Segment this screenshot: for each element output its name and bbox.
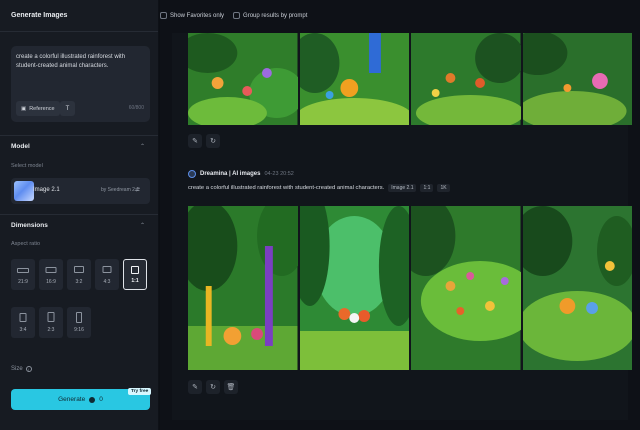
generated-image[interactable] bbox=[188, 206, 298, 370]
ratio-3-2[interactable]: 3:2 bbox=[67, 259, 91, 290]
ratio-9-16[interactable]: 9:16 bbox=[67, 307, 91, 338]
section-divider bbox=[0, 214, 158, 215]
ratio-label: 4:3 bbox=[103, 279, 111, 285]
title-divider bbox=[0, 31, 158, 32]
dimensions-section-title: Dimensions bbox=[11, 222, 48, 229]
checkbox-icon[interactable] bbox=[160, 12, 167, 19]
ratio-16-9[interactable]: 16:9 bbox=[39, 259, 63, 290]
image-strip-current bbox=[188, 206, 632, 370]
size-label: Size i bbox=[11, 366, 32, 372]
resolution-tag: 1K bbox=[437, 184, 450, 192]
ratio-2-3[interactable]: 2:3 bbox=[39, 307, 63, 338]
panel-title: Generate Images bbox=[11, 12, 68, 19]
ratio-label: 3:2 bbox=[75, 279, 83, 285]
ratio-shape bbox=[17, 268, 29, 273]
generated-image[interactable] bbox=[411, 33, 521, 125]
top-filter-bar: Show Favorites only Group results by pro… bbox=[160, 12, 307, 19]
ratio-shape bbox=[131, 266, 139, 274]
text-style-button[interactable]: T bbox=[60, 101, 75, 116]
model-thumbnail bbox=[14, 181, 34, 201]
generated-image[interactable] bbox=[299, 206, 409, 370]
delete-icon[interactable]: 🗑 bbox=[224, 380, 238, 394]
image-icon: ▣ bbox=[21, 105, 27, 112]
select-model-label: Select model bbox=[11, 163, 43, 169]
group-toggle[interactable]: Group results by prompt bbox=[233, 12, 307, 19]
ratio-21-9[interactable]: 21:9 bbox=[11, 259, 35, 290]
generated-image[interactable] bbox=[188, 33, 298, 125]
section-divider bbox=[0, 135, 158, 136]
avatar bbox=[188, 170, 196, 178]
ratio-tag: 1:1 bbox=[420, 184, 434, 192]
regenerate-icon[interactable]: ↻ bbox=[206, 380, 220, 394]
reference-label: Reference bbox=[29, 105, 55, 112]
model-section-title: Model bbox=[11, 143, 30, 150]
chevron-up-icon[interactable]: ⌃ bbox=[140, 143, 145, 150]
edit-icon[interactable]: ✎ bbox=[188, 380, 202, 394]
reference-button[interactable]: ▣ Reference bbox=[16, 101, 60, 116]
coin-icon bbox=[89, 396, 96, 403]
ratio-label: 9:16 bbox=[74, 327, 84, 333]
prompt-text[interactable]: create a colorful illustrated rainforest… bbox=[16, 53, 144, 71]
generate-label: Generate bbox=[58, 396, 86, 403]
info-icon[interactable]: i bbox=[25, 366, 32, 372]
panel-divider bbox=[159, 0, 160, 430]
settings-icon[interactable]: ⇄ bbox=[135, 186, 140, 193]
checkbox-icon[interactable] bbox=[233, 12, 241, 19]
try-free-badge: Try free bbox=[128, 388, 152, 395]
ratio-label: 2:3 bbox=[47, 327, 55, 333]
ratio-shape bbox=[74, 266, 84, 273]
generated-image[interactable] bbox=[522, 33, 632, 125]
ratio-label: 16:9 bbox=[46, 279, 56, 285]
text-icon: T bbox=[65, 105, 70, 112]
ratio-shape bbox=[102, 266, 112, 273]
group-label: Group results by prompt bbox=[243, 12, 308, 19]
generated-image[interactable] bbox=[411, 206, 521, 370]
generated-image[interactable] bbox=[299, 33, 409, 125]
model-tag: Image 2.1 bbox=[388, 184, 417, 192]
image-strip-previous bbox=[188, 33, 632, 125]
model-name: Image 2.1 bbox=[33, 187, 60, 193]
result-prompt[interactable]: create a colorful illustrated rainforest… bbox=[188, 185, 384, 191]
edit-icon[interactable]: ✎ bbox=[188, 134, 202, 148]
ratio-3-4[interactable]: 3:4 bbox=[11, 307, 35, 338]
ratio-shape bbox=[76, 312, 82, 323]
favorites-toggle[interactable]: Show Favorites only bbox=[160, 12, 224, 19]
model-selector[interactable]: Image 2.1 by Seedream 2.1 ⇄ bbox=[11, 178, 150, 204]
size-text: Size bbox=[11, 366, 23, 372]
regenerate-icon[interactable]: ↻ bbox=[206, 134, 220, 148]
result-header: Dreamina | AI images 04-23 20:52 bbox=[188, 170, 294, 178]
ratio-label: 1:1 bbox=[131, 278, 139, 284]
generated-image[interactable] bbox=[522, 206, 632, 370]
ratio-shape bbox=[19, 313, 27, 322]
model-provider: by Seedream 2.1 bbox=[101, 187, 140, 193]
author-name: Dreamina | AI images bbox=[200, 171, 261, 177]
aspect-ratio-label: Aspect ratio bbox=[11, 241, 41, 247]
ratio-shape bbox=[47, 312, 55, 322]
ratio-4-3[interactable]: 4:3 bbox=[95, 259, 119, 290]
chevron-up-icon[interactable]: ⌃ bbox=[140, 222, 145, 229]
char-counter: 60/800 bbox=[128, 105, 144, 111]
ratio-1-1[interactable]: 1:1 bbox=[123, 259, 147, 290]
ratio-shape bbox=[45, 267, 57, 273]
generate-cost: 0 bbox=[99, 396, 103, 403]
ratio-label: 21:9 bbox=[18, 279, 28, 285]
timestamp: 04-23 20:52 bbox=[264, 171, 294, 177]
left-panel: Generate Images create a colorful illust… bbox=[0, 0, 158, 430]
prompt-input[interactable]: create a colorful illustrated rainforest… bbox=[11, 46, 150, 122]
ratio-label: 3:4 bbox=[19, 327, 27, 333]
result-prompt-row: create a colorful illustrated rainforest… bbox=[188, 184, 450, 192]
favorites-label: Show Favorites only bbox=[170, 12, 225, 19]
